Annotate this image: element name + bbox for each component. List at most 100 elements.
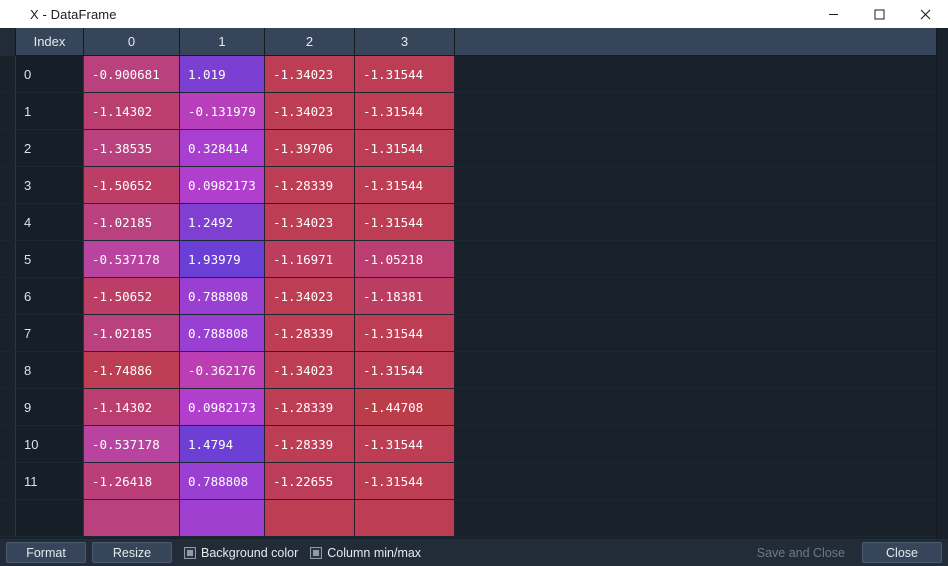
table-row[interactable]: 0 -0.900681 1.019 -1.34023 -1.31544	[0, 56, 936, 93]
table-cell[interactable]: -1.31544	[355, 56, 455, 92]
row-gutter[interactable]	[0, 93, 16, 129]
close-dialog-button[interactable]: Close	[862, 542, 942, 563]
row-index-cell[interactable]: 10	[16, 426, 84, 462]
table-cell[interactable]: 0.788808	[180, 315, 265, 351]
row-gutter[interactable]	[0, 204, 16, 240]
vertical-scrollbar[interactable]	[936, 28, 948, 566]
table-cell[interactable]: -1.34023	[265, 204, 355, 240]
table-cell[interactable]: -1.18381	[355, 278, 455, 314]
minimize-button[interactable]	[810, 0, 856, 28]
table-cell[interactable]: -1.28339	[265, 315, 355, 351]
table-cell[interactable]: 1.93979	[180, 241, 265, 277]
row-gutter[interactable]	[0, 352, 16, 388]
table-cell[interactable]: -1.34023	[265, 352, 355, 388]
table-cell[interactable]: -1.39706	[265, 130, 355, 166]
table-row[interactable]: 10 -0.537178 1.4794 -1.28339 -1.31544	[0, 426, 936, 463]
column-header-1[interactable]: 1	[180, 28, 265, 55]
table-cell[interactable]: -1.31544	[355, 426, 455, 462]
table-cell[interactable]: -0.900681	[84, 56, 180, 92]
table-cell[interactable]: -0.131979	[180, 93, 265, 129]
close-button[interactable]	[902, 0, 948, 28]
table-cell[interactable]: -1.28339	[265, 426, 355, 462]
format-button[interactable]: Format	[6, 542, 86, 563]
table-cell[interactable]: -1.16971	[265, 241, 355, 277]
resize-button[interactable]: Resize	[92, 542, 172, 563]
table-cell[interactable]: -1.31544	[355, 93, 455, 129]
row-gutter[interactable]	[0, 389, 16, 425]
row-index-cell[interactable]	[16, 500, 84, 536]
table-cell[interactable]: 0.0982173	[180, 389, 265, 425]
checkbox-icon[interactable]	[184, 546, 196, 559]
table-row[interactable]	[0, 500, 936, 537]
row-gutter[interactable]	[0, 500, 16, 536]
table-body[interactable]: 0 -0.900681 1.019 -1.34023 -1.31544 1 -1.14302…	[0, 56, 936, 548]
table-cell[interactable]: -1.22655	[265, 463, 355, 499]
table-row[interactable]: 8 -1.74886 -0.362176 -1.34023 -1.31544	[0, 352, 936, 389]
table-cell[interactable]: -1.44708	[355, 389, 455, 425]
table-row[interactable]: 7 -1.02185 0.788808 -1.28339 -1.31544	[0, 315, 936, 352]
row-index-cell[interactable]: 11	[16, 463, 84, 499]
table-cell[interactable]: 1.2492	[180, 204, 265, 240]
row-index-cell[interactable]: 6	[16, 278, 84, 314]
table-cell[interactable]: 0.788808	[180, 463, 265, 499]
table-cell[interactable]	[84, 500, 180, 536]
table-cell[interactable]: -1.50652	[84, 167, 180, 203]
table-cell[interactable]: 0.328414	[180, 130, 265, 166]
column-header-2[interactable]: 2	[265, 28, 355, 55]
table-row[interactable]: 6 -1.50652 0.788808 -1.34023 -1.18381	[0, 278, 936, 315]
table-cell[interactable]	[355, 500, 455, 536]
table-cell[interactable]: 1.4794	[180, 426, 265, 462]
table-cell[interactable]: 0.0982173	[180, 167, 265, 203]
row-index-cell[interactable]: 2	[16, 130, 84, 166]
row-gutter[interactable]	[0, 130, 16, 166]
table-cell[interactable]: -1.34023	[265, 93, 355, 129]
row-gutter[interactable]	[0, 241, 16, 277]
table-cell[interactable]: -1.31544	[355, 167, 455, 203]
column-minmax-checkbox[interactable]: Column min/max	[310, 546, 421, 560]
table-row[interactable]: 1 -1.14302 -0.131979 -1.34023 -1.31544	[0, 93, 936, 130]
table-cell[interactable]: -1.31544	[355, 352, 455, 388]
table-cell[interactable]: -1.31544	[355, 463, 455, 499]
row-gutter[interactable]	[0, 315, 16, 351]
table-cell[interactable]: -1.05218	[355, 241, 455, 277]
table-cell[interactable]: -1.02185	[84, 315, 180, 351]
table-cell[interactable]: -1.14302	[84, 93, 180, 129]
row-gutter[interactable]	[0, 463, 16, 499]
table-cell[interactable]: -1.31544	[355, 130, 455, 166]
table-cell[interactable]: -1.38535	[84, 130, 180, 166]
table-cell[interactable]: -1.02185	[84, 204, 180, 240]
table-cell[interactable]: -1.31544	[355, 204, 455, 240]
table-cell[interactable]	[180, 500, 265, 536]
row-index-cell[interactable]: 4	[16, 204, 84, 240]
table-cell[interactable]: -1.74886	[84, 352, 180, 388]
row-gutter[interactable]	[0, 426, 16, 462]
table-row[interactable]: 3 -1.50652 0.0982173 -1.28339 -1.31544	[0, 167, 936, 204]
row-gutter[interactable]	[0, 278, 16, 314]
table-cell[interactable]: -1.28339	[265, 389, 355, 425]
table-cell[interactable]: 1.019	[180, 56, 265, 92]
table-cell[interactable]: -1.31544	[355, 315, 455, 351]
row-gutter[interactable]	[0, 56, 16, 92]
table-row[interactable]: 9 -1.14302 0.0982173 -1.28339 -1.44708	[0, 389, 936, 426]
table-cell[interactable]: -1.28339	[265, 167, 355, 203]
table-row[interactable]: 4 -1.02185 1.2492 -1.34023 -1.31544	[0, 204, 936, 241]
table-cell[interactable]	[265, 500, 355, 536]
table-row[interactable]: 11 -1.26418 0.788808 -1.22655 -1.31544	[0, 463, 936, 500]
row-index-cell[interactable]: 0	[16, 56, 84, 92]
background-color-checkbox[interactable]: Background color	[184, 546, 298, 560]
table-row[interactable]: 5 -0.537178 1.93979 -1.16971 -1.05218	[0, 241, 936, 278]
table-cell[interactable]: -1.14302	[84, 389, 180, 425]
maximize-button[interactable]	[856, 0, 902, 28]
table-cell[interactable]: -0.537178	[84, 241, 180, 277]
table-cell[interactable]: -0.537178	[84, 426, 180, 462]
table-cell[interactable]: -1.26418	[84, 463, 180, 499]
table-cell[interactable]: -0.362176	[180, 352, 265, 388]
table-cell[interactable]: 0.788808	[180, 278, 265, 314]
table-cell[interactable]: -1.34023	[265, 56, 355, 92]
table-row[interactable]: 2 -1.38535 0.328414 -1.39706 -1.31544	[0, 130, 936, 167]
row-index-cell[interactable]: 8	[16, 352, 84, 388]
row-index-cell[interactable]: 5	[16, 241, 84, 277]
column-header-3[interactable]: 3	[355, 28, 455, 55]
table-cell[interactable]: -1.34023	[265, 278, 355, 314]
table-cell[interactable]: -1.50652	[84, 278, 180, 314]
